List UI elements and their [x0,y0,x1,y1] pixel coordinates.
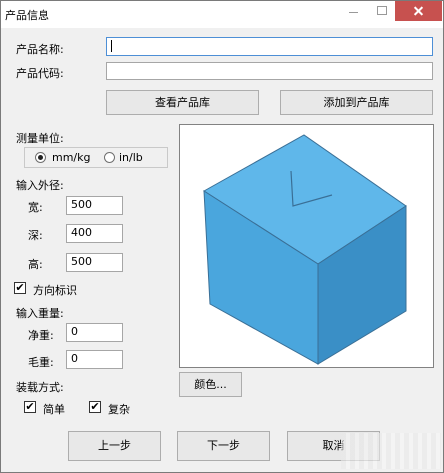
width-label: 宽: [28,201,43,214]
complex-label: 复杂 [108,403,130,416]
height-input[interactable]: 500 [66,253,123,272]
weight-label: 输入重量: [16,307,64,320]
orientation-checkbox[interactable]: ✔ [14,282,26,294]
close-button[interactable] [395,1,442,21]
minimize-button[interactable] [341,1,367,21]
orientation-label: 方向标识 [33,284,77,297]
units-label: 测量单位: [16,132,64,145]
net-weight-label: 净重: [28,329,54,342]
gross-weight-label: 毛重: [28,356,54,369]
box-3d-illustration [203,134,407,365]
color-button[interactable]: 颜色... [179,372,242,397]
product-name-input[interactable] [106,37,433,56]
dimensions-label: 输入外径: [16,179,64,192]
product-info-dialog: 产品信息 产品名称: 产品代码: 查看产品库 添加到产品库 测量单位: mm/k… [0,0,444,473]
width-input[interactable]: 500 [66,196,123,215]
height-label: 高: [28,258,43,271]
unit-option-in-lb-label: in/lb [119,151,143,164]
unit-option-mm-kg-label: mm/kg [52,151,91,164]
unit-radio-in-lb[interactable] [104,152,115,163]
add-to-product-library-button[interactable]: 添加到产品库 [280,90,433,115]
simple-label: 简单 [43,403,65,416]
depth-label: 深: [28,229,43,242]
view-product-library-button[interactable]: 查看产品库 [106,90,259,115]
title-bar: 产品信息 [1,1,443,28]
maximize-button[interactable] [369,1,395,21]
loading-method-label: 装载方式: [16,381,64,394]
product-name-label: 产品名称: [16,43,64,56]
unit-radio-mm-kg[interactable] [35,152,46,163]
complex-checkbox[interactable]: ✔ [89,401,101,413]
net-weight-input[interactable]: 0 [66,323,123,342]
product-code-input[interactable] [106,62,433,80]
window-title: 产品信息 [5,9,49,22]
box-preview [179,124,434,368]
next-step-button[interactable]: 下一步 [177,431,270,461]
watermark-logo [341,433,441,469]
product-code-label: 产品代码: [16,67,64,80]
simple-checkbox[interactable]: ✔ [24,401,36,413]
depth-input[interactable]: 400 [66,224,123,243]
gross-weight-input[interactable]: 0 [66,350,123,369]
previous-step-button[interactable]: 上一步 [68,431,161,461]
units-group: mm/kg in/lb [24,147,168,168]
